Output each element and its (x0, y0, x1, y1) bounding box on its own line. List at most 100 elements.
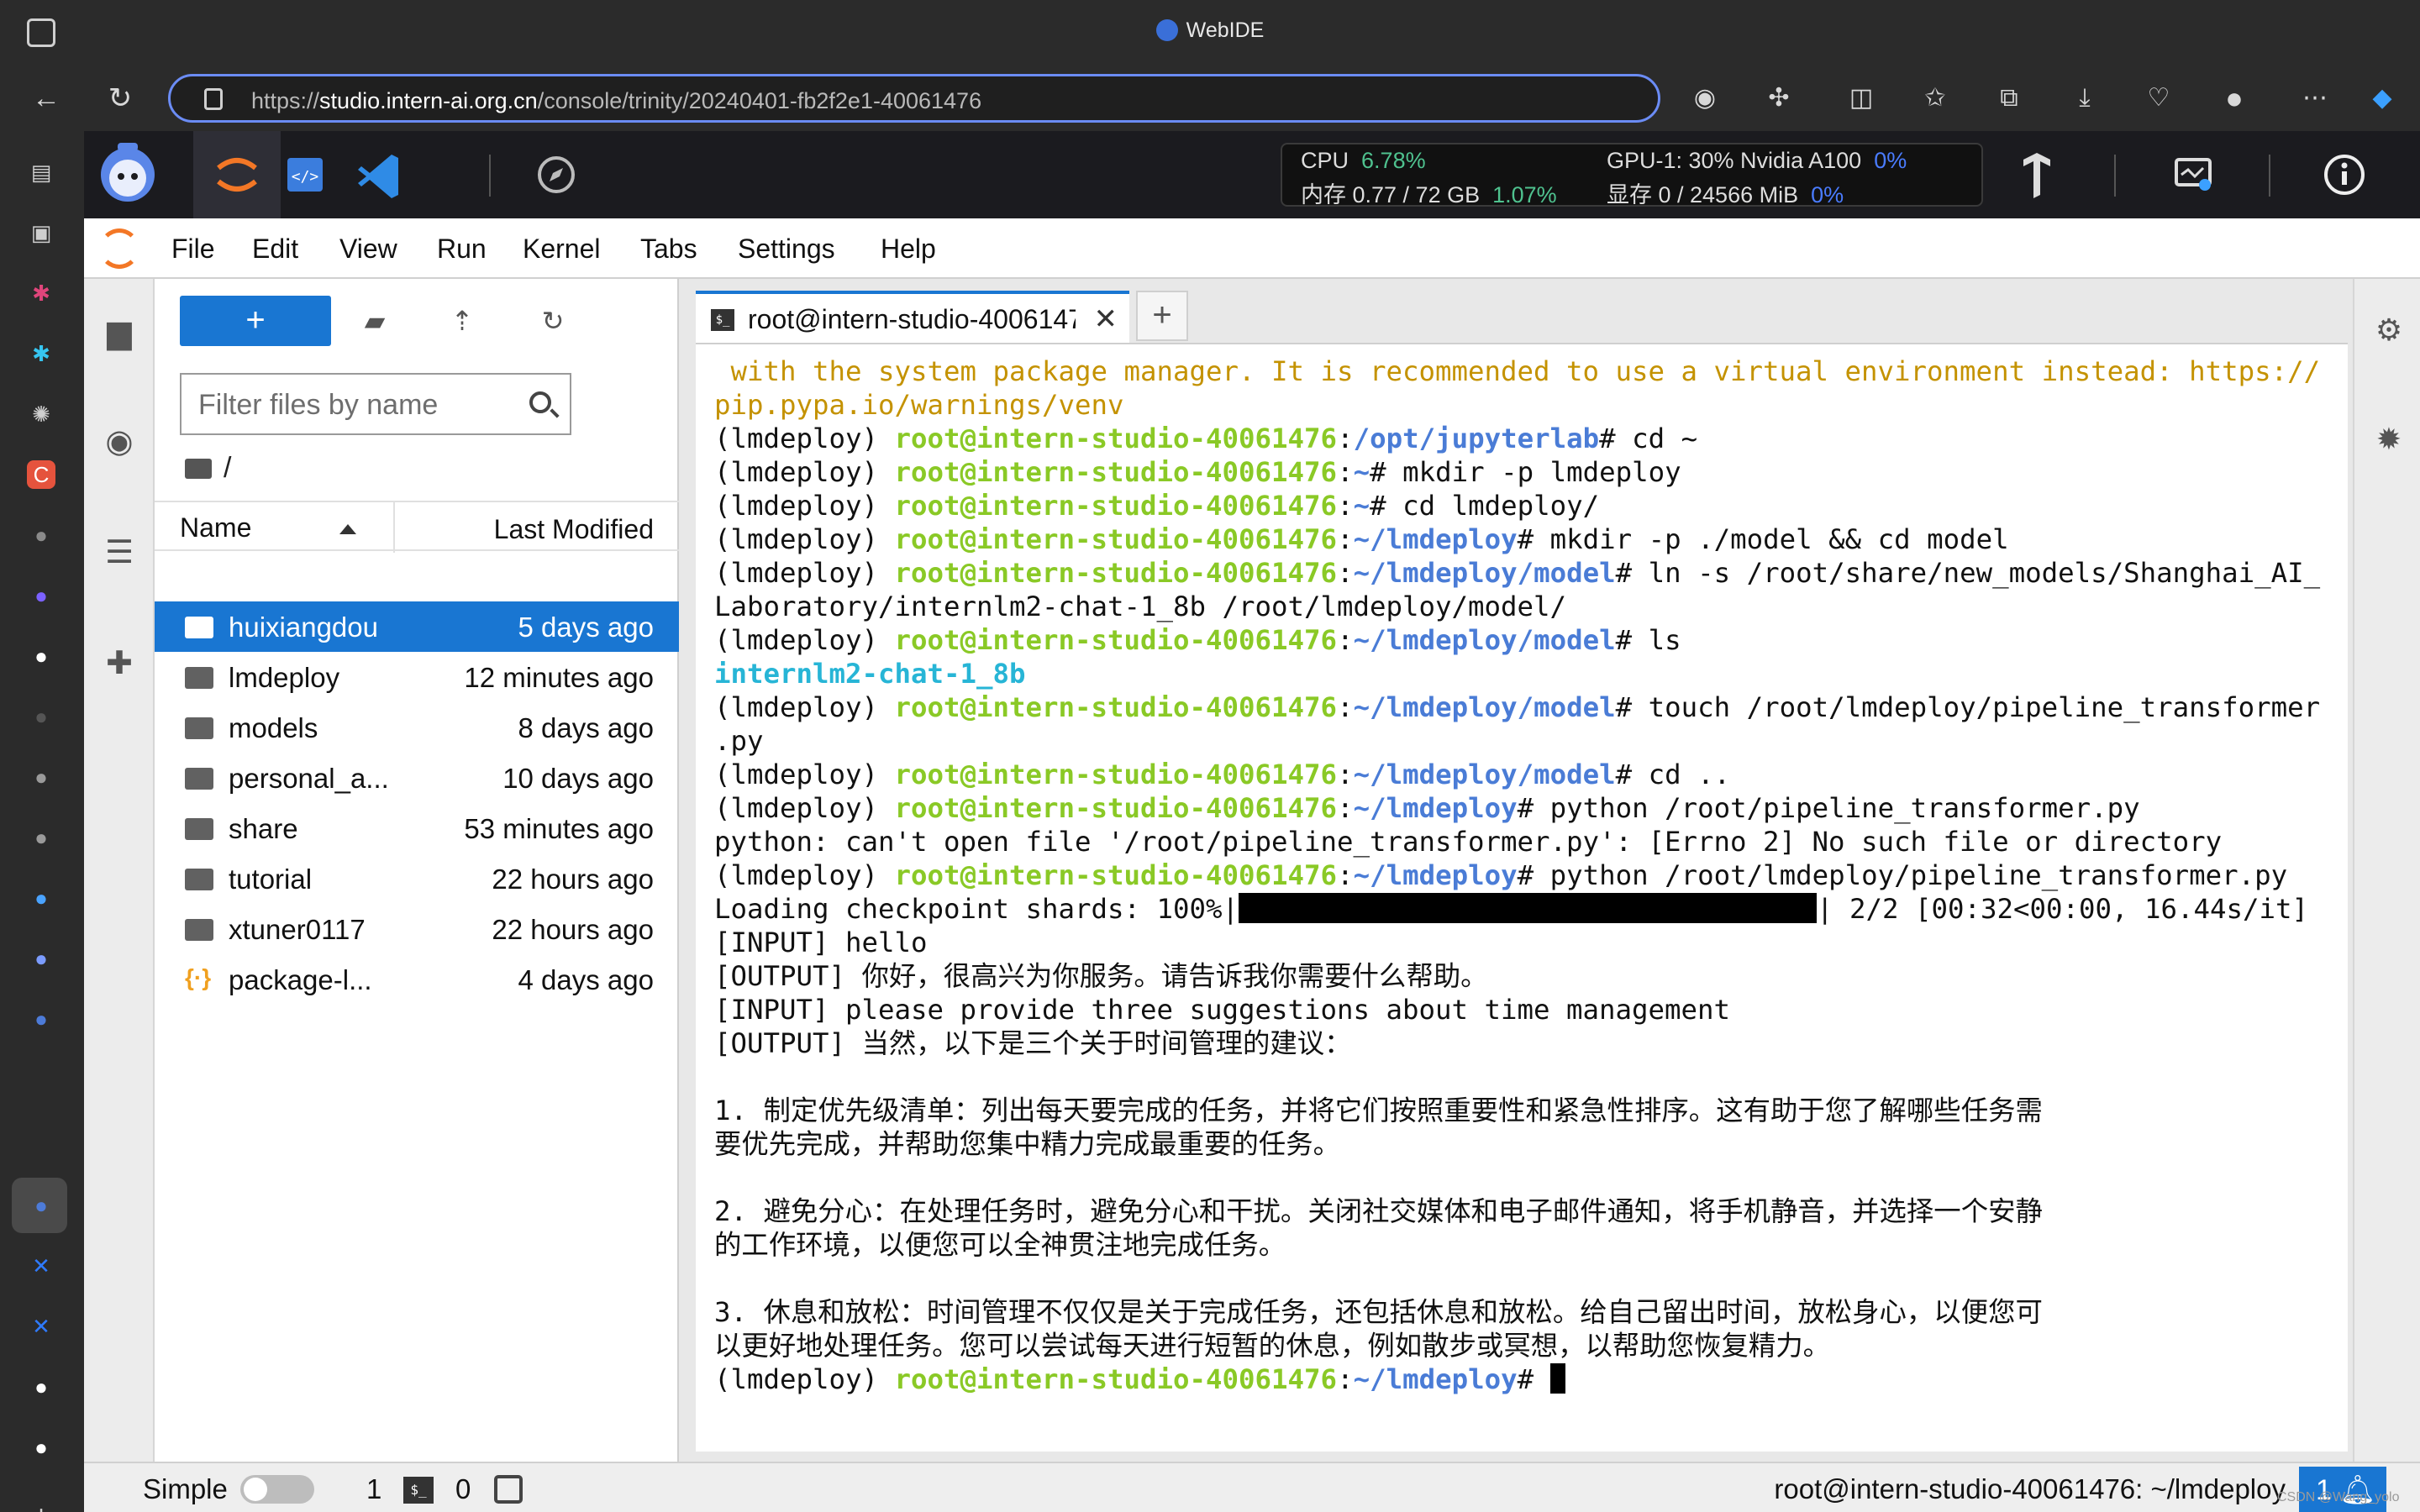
terminal-prompt-line[interactable]: (lmdeploy) root@intern-studio-40061476:~… (714, 1362, 2348, 1396)
tab-bot-icon[interactable]: ● (27, 944, 55, 973)
copilot-icon[interactable]: ◆ (2365, 81, 2400, 116)
file-browser-folder-icon[interactable]: ▆ (99, 312, 139, 353)
tab-github-4-icon[interactable]: ● (27, 763, 55, 791)
url-text[interactable]: https://studio.intern-ai.org.cn/console/… (251, 88, 981, 114)
kernels-count[interactable]: 1 (366, 1473, 381, 1505)
tab-webide-active-icon[interactable]: ● (27, 1191, 55, 1220)
toggle-knob (244, 1478, 267, 1501)
tab-x-2-icon[interactable]: ✕ (27, 1312, 55, 1341)
back-arrow-icon[interactable]: ← (29, 81, 64, 116)
vscode-icon[interactable] (336, 131, 424, 218)
menu-edit[interactable]: Edit (252, 234, 298, 265)
tab-webide-icon[interactable]: ● (27, 1005, 55, 1033)
refresh-files-icon[interactable]: ↻ (536, 304, 570, 338)
favorites-icon[interactable]: ✩ (1918, 81, 1953, 116)
app-bar-divider-3 (2269, 155, 2270, 197)
simple-mode-toggle[interactable] (240, 1475, 314, 1504)
file-row[interactable]: xtuner0117 22 hours ago (155, 904, 679, 954)
terminal-output[interactable]: with the system package manager. It is r… (696, 343, 2348, 1452)
menu-run[interactable]: Run (437, 234, 487, 265)
split-screen-icon[interactable]: ◫ (1844, 81, 1879, 116)
tab-terminal-label[interactable]: root@intern-studio-40061476 (748, 304, 1076, 335)
menu-view[interactable]: View (339, 234, 397, 265)
tab-github-2-icon[interactable]: ● (27, 642, 55, 670)
file-row[interactable]: share 53 minutes ago (155, 803, 679, 853)
intern-logo-icon[interactable] (84, 131, 171, 218)
terminal-status-icon[interactable]: $_ (403, 1477, 434, 1504)
breadcrumb-root[interactable]: / (224, 452, 231, 484)
tab-gear-site-icon[interactable]: ✺ (27, 400, 55, 428)
new-launcher-button[interactable]: + (180, 296, 331, 346)
upload-icon[interactable]: ⇡ (445, 304, 479, 338)
file-row[interactable]: lmdeploy 12 minutes ago (155, 652, 679, 702)
tab-github-3-icon[interactable]: ● (27, 702, 55, 731)
menu-kernel[interactable]: Kernel (523, 234, 601, 265)
file-modified: 8 days ago (518, 712, 654, 743)
close-icon[interactable]: ✕ (1094, 302, 1118, 336)
main-dock-area: $_ root@intern-studio-40061476 ✕ + with … (679, 279, 2360, 1462)
tab-terminal[interactable]: $_ root@intern-studio-40061476 ✕ (696, 291, 1129, 344)
tab-dashboard-icon[interactable]: ▣ (27, 218, 55, 247)
tab-slack-2-icon[interactable]: ✱ (27, 339, 55, 368)
vram-pct: 0% (1811, 182, 1844, 207)
filter-box[interactable] (180, 373, 571, 435)
menu-file[interactable]: File (171, 234, 215, 265)
status-bar: Simple 1 $_ 0 root@intern-studio-4006147… (84, 1462, 2420, 1512)
profile-extension-icon[interactable]: ◉ (1687, 81, 1723, 116)
puzzle-extensions-icon[interactable]: ✣ (1761, 81, 1797, 116)
tensorflow-icon[interactable] (1993, 131, 2081, 218)
collections-icon[interactable]: ⧉ (1991, 81, 2027, 116)
column-last-modified[interactable]: Last Modified (494, 514, 654, 545)
compass-icon[interactable] (513, 131, 600, 218)
toc-list-icon[interactable]: ☰ (99, 533, 139, 573)
browser-essentials-icon[interactable]: ♡ (2141, 81, 2176, 116)
address-bar[interactable]: https://studio.intern-ai.org.cn/console/… (168, 74, 1660, 123)
tab-csdn-icon[interactable]: C (27, 460, 55, 489)
extensions-puzzle-icon[interactable]: ✚ (99, 643, 139, 684)
tab-github-5-icon[interactable]: ● (27, 823, 55, 852)
breadcrumb[interactable]: / (185, 452, 231, 485)
running-stop-icon[interactable]: ◉ (99, 422, 139, 462)
tab-github-6-icon[interactable]: ● (27, 1373, 55, 1401)
file-row[interactable]: tutorial 22 hours ago (155, 853, 679, 904)
monitor-icon[interactable] (2149, 131, 2237, 218)
menu-help[interactable]: Help (881, 234, 936, 265)
tab-discord-icon[interactable]: ● (27, 581, 55, 610)
kernel-chip-icon[interactable] (494, 1475, 523, 1504)
menu-settings[interactable]: Settings (738, 234, 835, 265)
lock-icon[interactable] (204, 88, 223, 110)
menu-tabs[interactable]: Tabs (640, 234, 697, 265)
profile-avatar-icon[interactable]: ● (2217, 81, 2252, 116)
file-row[interactable]: huixiangdou 5 days ago (155, 601, 679, 652)
info-icon[interactable] (2301, 131, 2388, 218)
filter-files-input[interactable] (198, 386, 518, 423)
downloads-icon[interactable]: ⤓ (2067, 81, 2102, 116)
terminal-line: [OUTPUT] 你好，很高兴为你服务。请告诉我你需要什么帮助。 (714, 960, 1488, 992)
window-title-text: WebIDE (1186, 18, 1265, 42)
property-inspector-gears-icon[interactable]: ⚙ (2371, 312, 2407, 348)
status-terminal-path: root@intern-studio-40061476: ~/lmdeploy (1774, 1473, 2286, 1504)
tab-slack-icon[interactable]: ✱ (27, 279, 55, 307)
terminals-count[interactable]: 0 (455, 1473, 471, 1505)
more-menu-icon[interactable]: ⋯ (2297, 81, 2333, 116)
file-row[interactable]: personal_a... 10 days ago (155, 753, 679, 803)
watermark: CSDN @Wang_yolo (2277, 1490, 2400, 1504)
tab-github-7-icon[interactable]: ● (27, 1433, 55, 1462)
refresh-icon[interactable]: ↻ (103, 81, 138, 116)
new-folder-icon[interactable]: ▰ (358, 304, 392, 338)
debugger-bug-icon[interactable]: ✹ (2371, 422, 2407, 457)
terminal-line: (lmdeploy) root@intern-studio-40061476:~… (714, 557, 2321, 589)
new-tab-plus-icon[interactable]: + (27, 1502, 55, 1512)
tab-github-icon[interactable]: ● (27, 521, 55, 549)
column-name[interactable]: Name (180, 512, 251, 543)
file-row[interactable]: {·} package-l... 4 days ago (155, 954, 679, 1005)
tab-chat-icon[interactable]: ● (27, 884, 55, 912)
tab-panel-icon[interactable]: ▤ (27, 158, 55, 186)
new-tab-button[interactable]: + (1136, 291, 1188, 341)
terminal-line: (lmdeploy) root@intern-studio-40061476:~… (714, 759, 1731, 790)
simple-mode-label: Simple (143, 1473, 228, 1504)
tab-x-icon[interactable]: ✕ (27, 1252, 55, 1280)
terminal-line: (lmdeploy) root@intern-studio-40061476:~… (714, 490, 1600, 522)
file-row[interactable]: models 8 days ago (155, 702, 679, 753)
